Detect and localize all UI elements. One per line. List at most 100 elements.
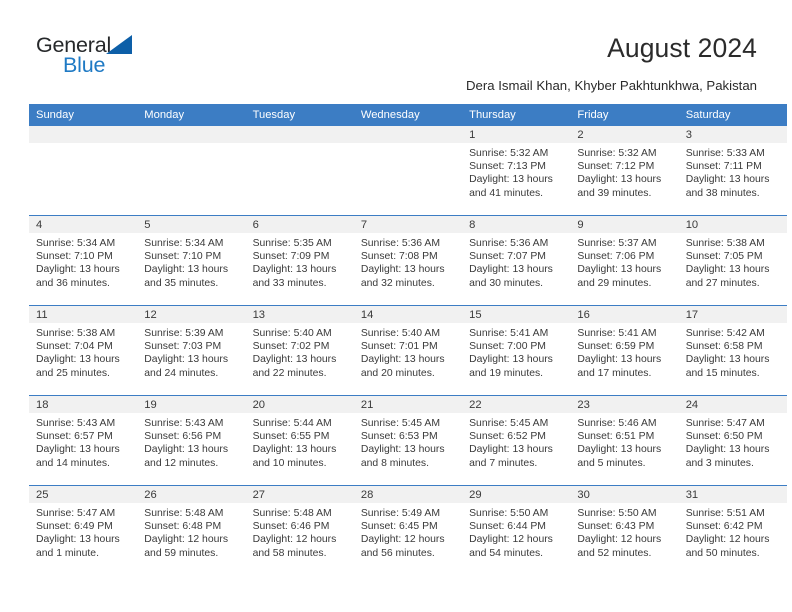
sunset-text: Sunset: 6:46 PM <box>252 521 330 533</box>
calendar-week-row: 18 Sunrise: 5:43 AM Sunset: 6:57 PM Dayligh… <box>29 395 787 486</box>
calendar-body: 1 Sunrise: 5:32 AM Sunset: 7:13 PM Daylight… <box>29 126 787 575</box>
sunrise-text: Sunrise: 5:38 AM <box>36 328 116 339</box>
calendar-day-cell[interactable]: 24 Sunrise: 5:47 AM Sunset: 6:50 PM Dayligh… <box>678 395 787 486</box>
day-cell-inner: 15 Sunrise: 5:41 AM Sunset: 7:00 PM Dayligh… <box>462 306 571 395</box>
weekday-header-row: Sunday Monday Tuesday Wednesday Thursday… <box>29 104 787 126</box>
calendar-day-cell[interactable]: 11 Sunrise: 5:38 AM Sunset: 7:04 PM Dayligh… <box>29 305 138 396</box>
calendar-day-cell[interactable]: 17 Sunrise: 5:42 AM Sunset: 6:58 PM Dayligh… <box>678 305 787 396</box>
calendar-day-cell[interactable]: 13 Sunrise: 5:40 AM Sunset: 7:02 PM Dayligh… <box>245 305 354 396</box>
day-cell-inner: 8 Sunrise: 5:36 AM Sunset: 7:07 PM Daylight… <box>462 216 571 305</box>
day-cell-inner: 16 Sunrise: 5:41 AM Sunset: 6:59 PM Dayligh… <box>570 306 679 395</box>
sunrise-text: Sunrise: 5:39 AM <box>144 328 224 339</box>
calendar-day-cell[interactable]: 3 Sunrise: 5:33 AM Sunset: 7:11 PM Daylight… <box>678 126 787 216</box>
day-cell-inner: 7 Sunrise: 5:36 AM Sunset: 7:08 PM Daylight… <box>353 216 463 305</box>
daylight-text: Daylight: 12 hours and 50 minutes. <box>685 534 770 559</box>
sunrise-text: Sunrise: 5:45 AM <box>469 418 549 429</box>
day-details: Sunrise: 5:50 AM Sunset: 6:44 PM Daylight:… <box>462 503 570 560</box>
day-number: 26 <box>137 486 246 503</box>
calendar-day-cell-empty <box>29 126 138 216</box>
calendar-day-cell[interactable]: 10 Sunrise: 5:38 AM Sunset: 7:05 PM Dayligh… <box>678 215 787 306</box>
day-cell-inner: 23 Sunrise: 5:46 AM Sunset: 6:51 PM Dayligh… <box>570 396 679 485</box>
calendar-day-cell[interactable]: 27 Sunrise: 5:48 AM Sunset: 6:46 PM Dayligh… <box>245 485 354 575</box>
calendar-day-cell[interactable]: 21 Sunrise: 5:45 AM Sunset: 6:53 PM Dayligh… <box>353 395 463 486</box>
calendar-day-cell[interactable]: 8 Sunrise: 5:36 AM Sunset: 7:07 PM Daylight… <box>462 215 571 306</box>
sunrise-text: Sunrise: 5:40 AM <box>360 328 440 339</box>
calendar-day-cell[interactable]: 5 Sunrise: 5:34 AM Sunset: 7:10 PM Daylight… <box>137 215 246 306</box>
sunset-text: Sunset: 7:00 PM <box>469 341 546 353</box>
sunset-text: Sunset: 6:48 PM <box>144 521 222 533</box>
day-cell-inner: 11 Sunrise: 5:38 AM Sunset: 7:04 PM Dayligh… <box>29 306 138 395</box>
calendar-day-cell[interactable]: 22 Sunrise: 5:45 AM Sunset: 6:52 PM Dayligh… <box>462 395 571 486</box>
daylight-text: Daylight: 12 hours and 54 minutes. <box>469 534 553 559</box>
sunrise-text: Sunrise: 5:36 AM <box>469 238 549 249</box>
sunrise-text: Sunrise: 5:34 AM <box>144 238 224 249</box>
calendar-day-cell[interactable]: 7 Sunrise: 5:36 AM Sunset: 7:08 PM Daylight… <box>353 215 463 306</box>
day-cell-inner: 29 Sunrise: 5:50 AM Sunset: 6:44 PM Dayligh… <box>462 486 571 575</box>
calendar-day-cell[interactable]: 20 Sunrise: 5:44 AM Sunset: 6:55 PM Dayligh… <box>245 395 354 486</box>
calendar-day-cell[interactable]: 29 Sunrise: 5:50 AM Sunset: 6:44 PM Dayligh… <box>462 485 571 575</box>
day-number: 8 <box>462 216 571 233</box>
sunrise-text: Sunrise: 5:47 AM <box>36 508 116 519</box>
day-cell-inner: 27 Sunrise: 5:48 AM Sunset: 6:46 PM Dayligh… <box>245 486 354 575</box>
day-number: 28 <box>353 486 463 503</box>
day-cell-inner: 9 Sunrise: 5:37 AM Sunset: 7:06 PM Daylight… <box>570 216 679 305</box>
sunrise-text: Sunrise: 5:32 AM <box>577 148 657 159</box>
calendar-day-cell[interactable]: 14 Sunrise: 5:40 AM Sunset: 7:01 PM Dayligh… <box>353 305 463 396</box>
calendar-day-cell-empty <box>137 126 246 216</box>
day-details: Sunrise: 5:35 AM Sunset: 7:09 PM Daylight:… <box>246 233 354 290</box>
day-details: Sunrise: 5:32 AM Sunset: 7:12 PM Daylight:… <box>570 143 678 200</box>
daylight-text: Daylight: 13 hours and 29 minutes. <box>577 264 662 289</box>
calendar-day-cell[interactable]: 28 Sunrise: 5:49 AM Sunset: 6:45 PM Dayligh… <box>353 485 463 575</box>
day-number: 10 <box>678 216 787 233</box>
sunset-text: Sunset: 6:50 PM <box>685 431 763 443</box>
calendar-day-cell[interactable]: 25 Sunrise: 5:47 AM Sunset: 6:49 PM Dayligh… <box>29 485 138 575</box>
calendar-day-cell[interactable]: 2 Sunrise: 5:32 AM Sunset: 7:12 PM Daylight… <box>570 126 679 216</box>
day-number <box>353 126 463 143</box>
calendar-day-cell[interactable]: 19 Sunrise: 5:43 AM Sunset: 6:56 PM Dayligh… <box>137 395 246 486</box>
calendar-day-cell[interactable]: 23 Sunrise: 5:46 AM Sunset: 6:51 PM Dayligh… <box>570 395 679 486</box>
daylight-text: Daylight: 13 hours and 36 minutes. <box>36 264 120 289</box>
day-details: Sunrise: 5:38 AM Sunset: 7:04 PM Daylight:… <box>29 323 137 380</box>
day-number: 20 <box>245 396 354 413</box>
calendar-day-cell[interactable]: 6 Sunrise: 5:35 AM Sunset: 7:09 PM Daylight… <box>245 215 354 306</box>
daylight-text: Daylight: 13 hours and 41 minutes. <box>469 174 553 199</box>
sunset-text: Sunset: 7:10 PM <box>36 251 113 263</box>
sunrise-text: Sunrise: 5:41 AM <box>469 328 549 339</box>
day-details: Sunrise: 5:47 AM Sunset: 6:49 PM Daylight:… <box>29 503 137 560</box>
day-number: 3 <box>678 126 787 143</box>
sunset-text: Sunset: 7:01 PM <box>360 341 438 353</box>
daylight-text: Daylight: 13 hours and 33 minutes. <box>252 264 337 289</box>
calendar-day-cell[interactable]: 9 Sunrise: 5:37 AM Sunset: 7:06 PM Daylight… <box>570 215 679 306</box>
day-number: 16 <box>570 306 679 323</box>
sunset-text: Sunset: 6:43 PM <box>577 521 655 533</box>
day-details: Sunrise: 5:43 AM Sunset: 6:57 PM Daylight:… <box>29 413 137 470</box>
calendar-week-row: 11 Sunrise: 5:38 AM Sunset: 7:04 PM Dayligh… <box>29 305 787 396</box>
day-cell-inner: 13 Sunrise: 5:40 AM Sunset: 7:02 PM Dayligh… <box>245 306 354 395</box>
calendar-day-cell[interactable]: 18 Sunrise: 5:43 AM Sunset: 6:57 PM Dayligh… <box>29 395 138 486</box>
weekday-header-friday: Friday <box>570 104 679 126</box>
sunrise-text: Sunrise: 5:41 AM <box>577 328 657 339</box>
day-number: 5 <box>137 216 246 233</box>
calendar-day-cell[interactable]: 4 Sunrise: 5:34 AM Sunset: 7:10 PM Daylight… <box>29 215 138 306</box>
day-cell-inner: 21 Sunrise: 5:45 AM Sunset: 6:53 PM Dayligh… <box>353 396 463 485</box>
sunrise-text: Sunrise: 5:34 AM <box>36 238 116 249</box>
calendar-day-cell[interactable]: 12 Sunrise: 5:39 AM Sunset: 7:03 PM Dayligh… <box>137 305 246 396</box>
day-cell-inner: 24 Sunrise: 5:47 AM Sunset: 6:50 PM Dayligh… <box>678 396 787 485</box>
calendar-day-cell[interactable]: 1 Sunrise: 5:32 AM Sunset: 7:13 PM Daylight… <box>462 126 571 216</box>
day-details: Sunrise: 5:36 AM Sunset: 7:08 PM Daylight:… <box>354 233 462 290</box>
sunset-text: Sunset: 7:03 PM <box>144 341 222 353</box>
day-details: Sunrise: 5:33 AM Sunset: 7:11 PM Daylight:… <box>679 143 787 200</box>
general-blue-logo[interactable]: General Blue <box>36 33 176 85</box>
sunrise-text: Sunrise: 5:46 AM <box>577 418 657 429</box>
calendar-day-cell[interactable]: 31 Sunrise: 5:51 AM Sunset: 6:42 PM Dayligh… <box>678 485 787 575</box>
logo-text-blue: Blue <box>63 53 106 77</box>
calendar-day-cell[interactable]: 15 Sunrise: 5:41 AM Sunset: 7:00 PM Dayligh… <box>462 305 571 396</box>
calendar-day-cell[interactable]: 30 Sunrise: 5:50 AM Sunset: 6:43 PM Dayligh… <box>570 485 679 575</box>
calendar-week-row: 4 Sunrise: 5:34 AM Sunset: 7:10 PM Daylight… <box>29 215 787 306</box>
sunset-text: Sunset: 7:11 PM <box>685 161 762 173</box>
calendar-day-cell[interactable]: 16 Sunrise: 5:41 AM Sunset: 6:59 PM Dayligh… <box>570 305 679 396</box>
day-number: 18 <box>29 396 138 413</box>
day-details: Sunrise: 5:40 AM Sunset: 7:01 PM Daylight:… <box>354 323 462 380</box>
sunset-text: Sunset: 6:44 PM <box>469 521 546 533</box>
calendar-day-cell[interactable]: 26 Sunrise: 5:48 AM Sunset: 6:48 PM Dayligh… <box>137 485 246 575</box>
